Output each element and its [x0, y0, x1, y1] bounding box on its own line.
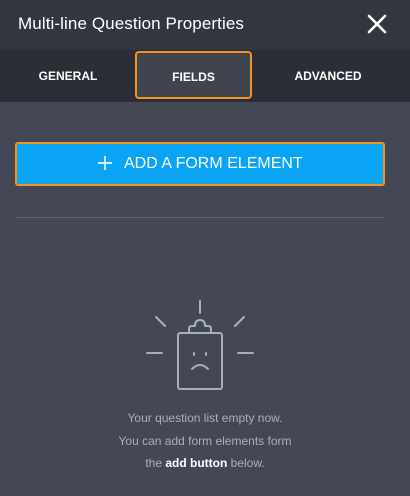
empty-state-message: Your question list empty now. You can ad… [0, 407, 410, 475]
plus-icon [98, 156, 112, 170]
tab-general[interactable]: GENERAL [0, 50, 136, 102]
sad-clipboard-icon [146, 300, 254, 390]
tab-fields[interactable]: FIELDS [135, 51, 252, 99]
empty-state-add-button-text: add button [165, 456, 228, 470]
empty-state-line-3-post: below. [227, 456, 265, 470]
section-divider [15, 217, 385, 218]
empty-state-line-1: Your question list empty now. [127, 411, 283, 425]
empty-state-line-2: You can add form elements form [118, 433, 292, 448]
add-form-element-button[interactable]: ADD A FORM ELEMENT [15, 142, 385, 186]
add-form-element-label: ADD A FORM ELEMENT [124, 155, 303, 172]
tab-advanced[interactable]: ADVANCED [258, 50, 398, 102]
properties-panel: Multi-line Question Properties GENERAL F… [0, 0, 410, 496]
empty-state-line-3: the add button below. [0, 452, 410, 475]
panel-title: Multi-line Question Properties [18, 14, 244, 33]
close-button[interactable] [364, 11, 390, 37]
close-icon [367, 14, 387, 34]
tab-bar: GENERAL FIELDS ADVANCED [0, 50, 410, 102]
panel-header: Multi-line Question Properties [0, 0, 410, 50]
empty-state-line-3-pre: the [145, 456, 166, 470]
